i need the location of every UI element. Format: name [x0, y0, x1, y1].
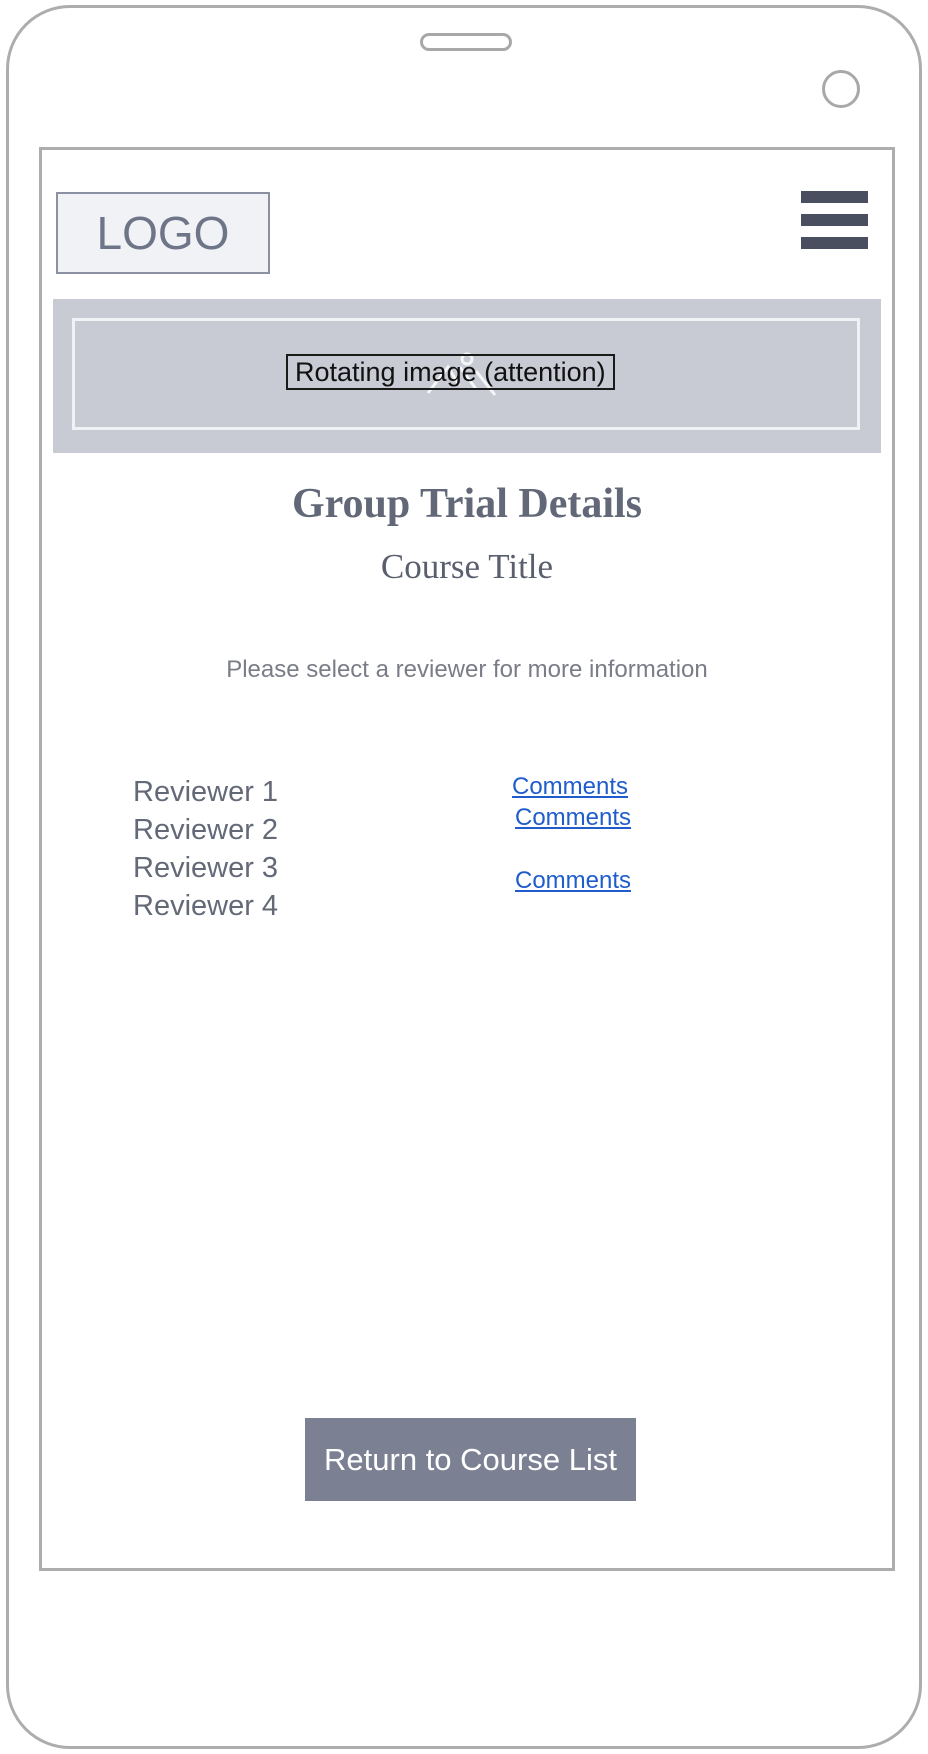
comments-link-2[interactable]: Comments — [515, 802, 631, 834]
reviewer-item-4[interactable]: Reviewer 4 — [133, 887, 278, 925]
speaker-icon — [420, 33, 512, 51]
reviewer-item-3[interactable]: Reviewer 3 — [133, 849, 278, 887]
menu-bar — [801, 237, 868, 249]
comments-link-1[interactable]: Comments — [512, 771, 628, 803]
course-title: Course Title — [380, 547, 554, 586]
reviewer-item-1[interactable]: Reviewer 1 — [133, 773, 278, 811]
page-title: Group Trial Details — [291, 481, 643, 527]
comments-link-3[interactable]: Comments — [515, 865, 631, 897]
menu-bar — [801, 214, 868, 226]
banner-caption: Rotating image (attention) — [286, 354, 615, 390]
return-to-course-list-button[interactable]: Return to Course List — [305, 1418, 636, 1501]
instruction-text: Please select a reviewer for more inform… — [226, 656, 708, 683]
hamburger-menu-icon[interactable] — [801, 191, 868, 249]
menu-bar — [801, 191, 868, 203]
camera-icon — [822, 70, 860, 108]
logo: LOGO — [56, 192, 270, 274]
reviewer-item-2[interactable]: Reviewer 2 — [133, 811, 278, 849]
